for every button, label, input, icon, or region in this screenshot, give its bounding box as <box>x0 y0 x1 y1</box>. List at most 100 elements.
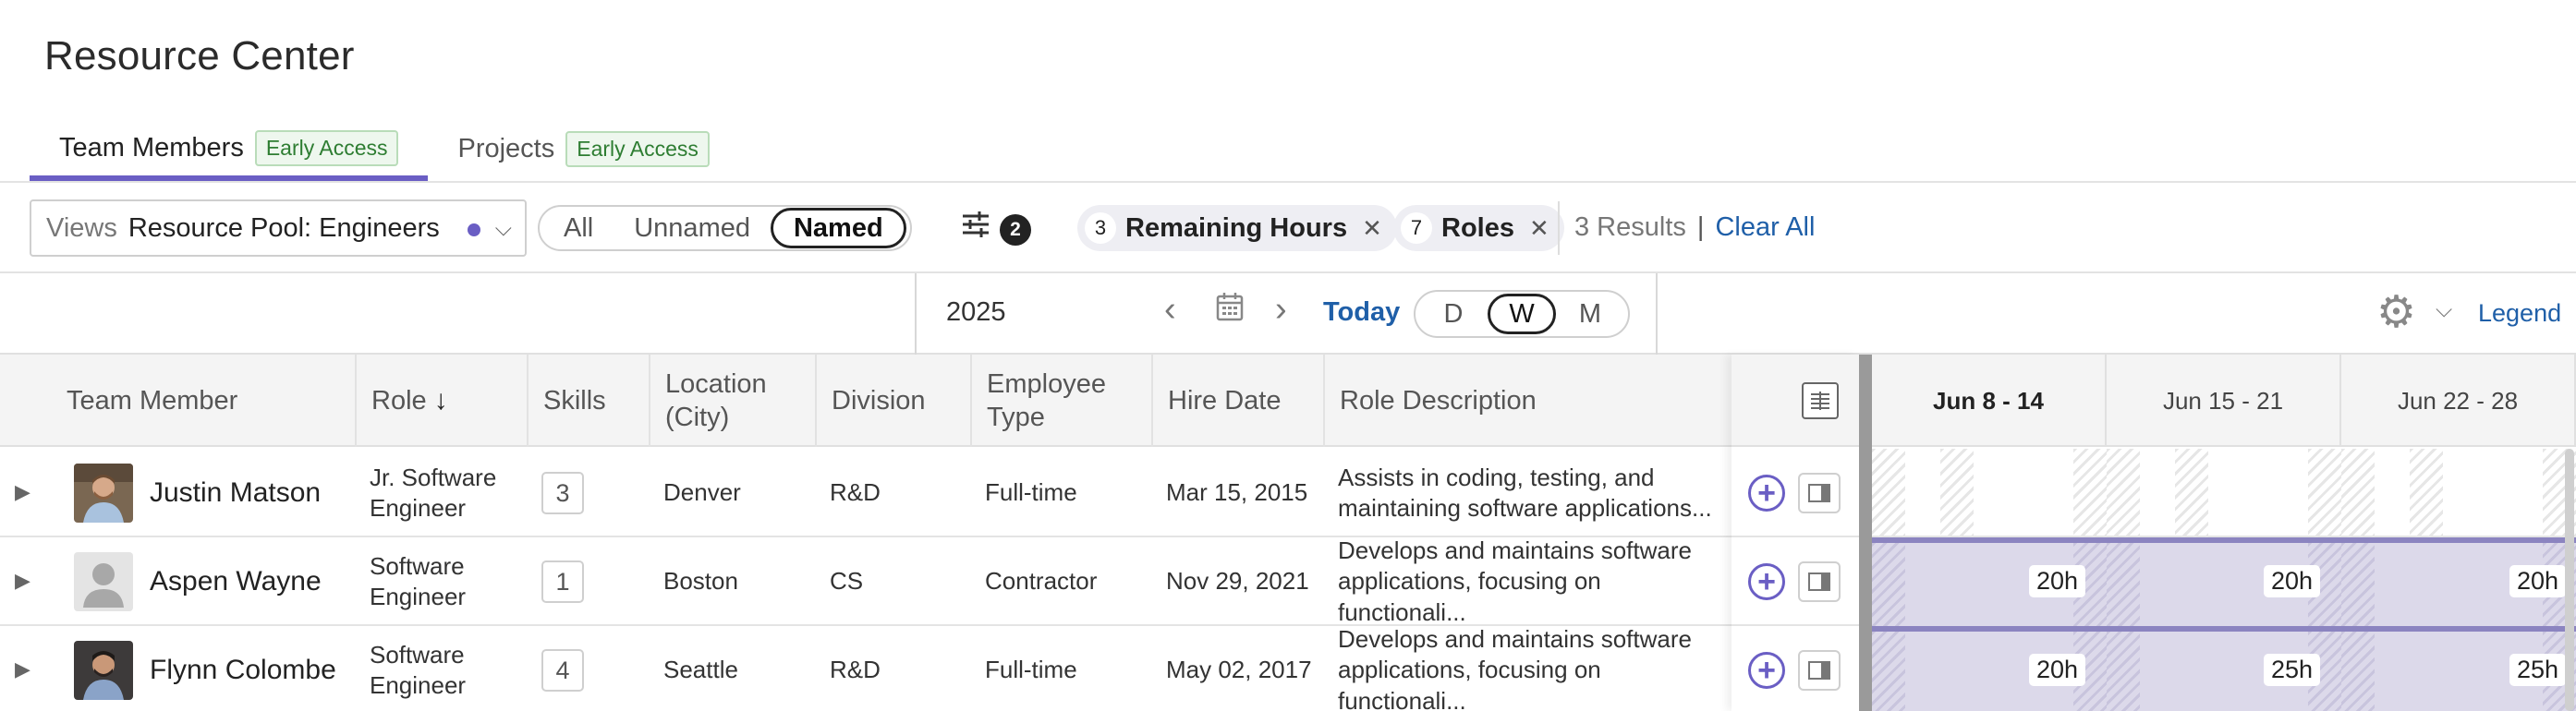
row-actions-column: + + + <box>1732 355 1859 711</box>
today-button[interactable]: Today <box>1323 297 1400 328</box>
modified-dot <box>468 223 480 236</box>
close-icon[interactable]: ✕ <box>1362 214 1382 243</box>
segment-unnamed[interactable]: Unnamed <box>614 208 771 248</box>
expand-caret-icon[interactable]: ▶ <box>15 480 30 504</box>
legend-link[interactable]: Legend <box>2478 299 2561 328</box>
timeline-row[interactable]: 20h 20h 20h <box>1872 537 2576 626</box>
clear-all-link[interactable]: Clear All <box>1715 212 1815 242</box>
role-description-cell: Assists in coding, testing, and maintain… <box>1338 463 1712 522</box>
chip-label: Roles <box>1441 212 1514 243</box>
separator: | <box>1696 212 1705 242</box>
zoom-day[interactable]: D <box>1419 294 1488 334</box>
gear-icon[interactable]: ⚙ <box>2376 286 2416 338</box>
side-panel-icon[interactable] <box>1798 473 1841 513</box>
filter-chip-roles[interactable]: 7 Roles ✕ <box>1393 205 1564 251</box>
allocation-bar[interactable] <box>1872 537 2576 626</box>
division-cell: R&D <box>830 478 881 507</box>
skills-count[interactable]: 4 <box>541 649 584 692</box>
expand-caret-icon[interactable]: ▶ <box>15 657 30 681</box>
table-row[interactable]: ▶ Aspen Wayne Software Engineer 1 Boston… <box>0 536 1732 626</box>
chevron-left-icon[interactable]: ‹ <box>1164 290 1176 330</box>
early-access-badge: Early Access <box>565 130 710 167</box>
city-cell: Seattle <box>663 656 738 684</box>
row-actions: + <box>1732 537 1859 626</box>
zoom-month[interactable]: M <box>1556 294 1624 334</box>
member-name[interactable]: Justin Matson <box>150 449 321 537</box>
divider <box>915 273 917 355</box>
year-label: 2025 <box>946 297 1006 327</box>
employee-type-cell: Full-time <box>985 478 1077 507</box>
member-name[interactable]: Aspen Wayne <box>150 537 322 626</box>
role-cell: Software Engineer <box>370 640 467 699</box>
tab-team-members[interactable]: Team Members Early Access <box>30 120 429 181</box>
skills-cell: 1 <box>527 537 649 626</box>
grid-header: Team Member Role ↓ Skills Location (City)… <box>0 355 1732 447</box>
named-filter-segment: All Unnamed Named <box>538 205 912 251</box>
table-row[interactable]: ▶ Flynn Colombe Software Engineer 4 Seat… <box>0 625 1732 711</box>
close-icon[interactable]: ✕ <box>1529 214 1549 243</box>
sort-down-icon: ↓ <box>433 385 448 416</box>
member-name[interactable]: Flynn Colombe <box>150 626 336 711</box>
hire-date-cell: Nov 29, 2021 <box>1166 567 1309 596</box>
employee-type-cell: Full-time <box>985 656 1077 684</box>
avatar <box>74 464 133 523</box>
expand-caret-icon[interactable]: ▶ <box>15 569 30 593</box>
skills-count[interactable]: 1 <box>541 560 584 603</box>
add-circle-icon[interactable]: + <box>1748 475 1785 512</box>
chip-label: Remaining Hours <box>1125 212 1348 243</box>
vertical-scrollbar[interactable] <box>2565 449 2574 711</box>
col-skills[interactable]: Skills <box>527 355 649 447</box>
row-actions: + <box>1732 449 1859 537</box>
divider <box>1558 201 1560 255</box>
col-location[interactable]: Location (City) <box>649 355 815 447</box>
col-team-member[interactable]: Team Member <box>52 355 355 447</box>
col-division[interactable]: Division <box>815 355 970 447</box>
allocated-hours: 25h <box>2509 654 2567 686</box>
col-label: Role <box>371 385 427 416</box>
week-header: Jun 8 - 14 <box>1872 355 2107 447</box>
side-panel-icon[interactable] <box>1798 561 1841 602</box>
allocated-hours: 20h <box>2029 565 2086 597</box>
week-header: Jun 15 - 21 <box>2107 355 2341 447</box>
side-panel-icon[interactable] <box>1798 650 1841 691</box>
filter-chip-remaining-hours[interactable]: 3 Remaining Hours ✕ <box>1077 205 1397 251</box>
columns-icon[interactable] <box>1802 382 1839 419</box>
zoom-week[interactable]: W <box>1488 294 1556 334</box>
results-count: 3 Results <box>1574 212 1686 242</box>
filter-bar: Views Resource Pool: Engineers ⌵ All Unn… <box>0 183 2576 273</box>
calendar-icon[interactable] <box>1216 292 1244 330</box>
chip-count: 3 <box>1085 212 1116 244</box>
filter-sliders-icon[interactable] <box>961 211 990 247</box>
add-circle-icon[interactable]: + <box>1748 652 1785 689</box>
avatar <box>74 641 133 700</box>
tab-bar: Team Members Early Access Projects Early… <box>30 120 739 181</box>
col-role-description[interactable]: Role Description <box>1323 355 1732 447</box>
pane-splitter[interactable] <box>1859 355 1872 711</box>
avatar <box>74 552 133 611</box>
timeline-row[interactable] <box>1872 449 2576 537</box>
col-hire-date[interactable]: Hire Date <box>1151 355 1323 447</box>
segment-named[interactable]: Named <box>770 208 906 248</box>
allocated-hours: 20h <box>2029 654 2086 686</box>
col-employee-type[interactable]: Employee Type <box>970 355 1151 447</box>
allocated-hours: 20h <box>2509 565 2567 597</box>
segment-all[interactable]: All <box>543 208 614 248</box>
hire-date-cell: May 02, 2017 <box>1166 656 1312 684</box>
views-select[interactable]: Views Resource Pool: Engineers ⌵ <box>30 199 527 257</box>
chevron-right-icon[interactable]: › <box>1275 290 1287 330</box>
week-header: Jun 22 - 28 <box>2341 355 2576 447</box>
page-title: Resource Center <box>44 33 355 78</box>
division-cell: R&D <box>830 656 881 684</box>
chevron-down-icon[interactable]: ⌵ <box>2436 297 2452 323</box>
role-description-cell: Develops and maintains software applicat… <box>1338 625 1692 711</box>
role-description-cell: Develops and maintains software applicat… <box>1338 536 1692 626</box>
timeline-row[interactable]: 20h 25h 25h <box>1872 626 2576 711</box>
allocated-hours: 25h <box>2264 654 2321 686</box>
add-circle-icon[interactable]: + <box>1748 563 1785 600</box>
table-row[interactable]: ▶ Justin Matson Jr. Software Engineer 3 … <box>0 449 1732 537</box>
timeline-toolbar: 2025 ‹ › Today D W M ⚙ ⌵ Legend <box>0 273 2576 355</box>
skills-count[interactable]: 3 <box>541 472 584 514</box>
allocation-bar[interactable] <box>1872 626 2576 711</box>
col-role[interactable]: Role ↓ <box>355 355 527 447</box>
tab-projects[interactable]: Projects Early Access <box>428 120 738 177</box>
